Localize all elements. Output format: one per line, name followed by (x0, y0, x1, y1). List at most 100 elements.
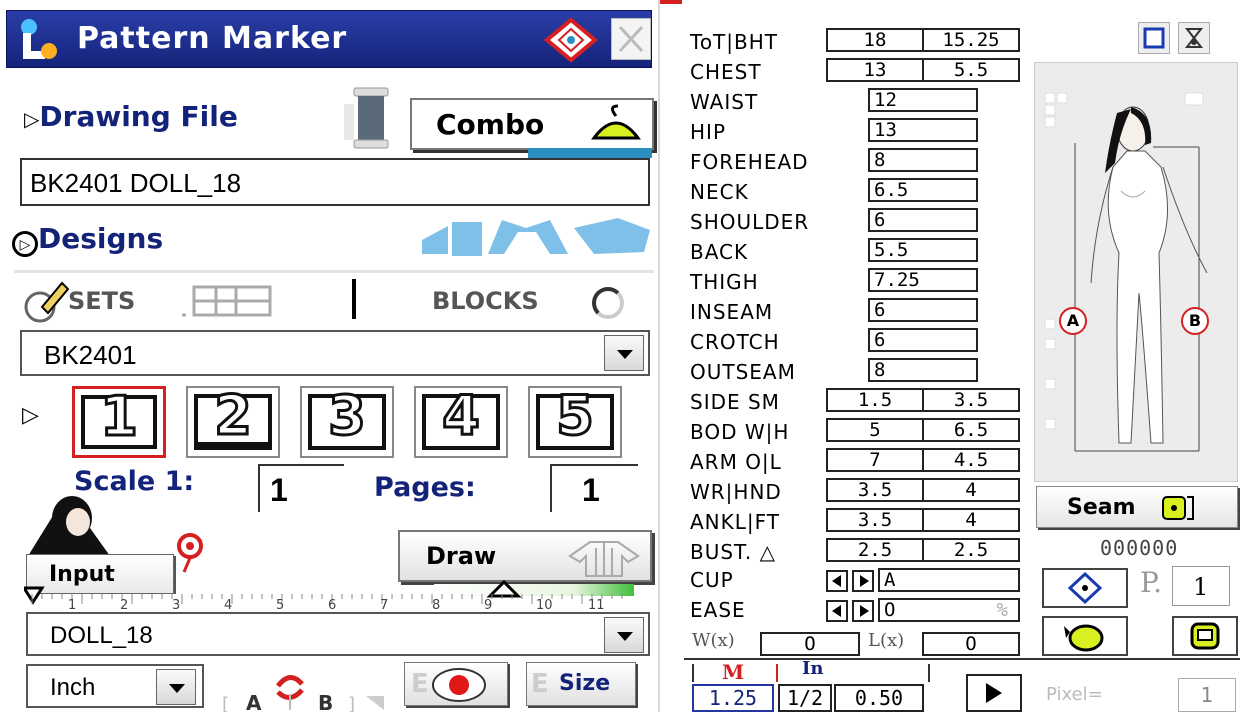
measurement-value-2[interactable]: 3.5 (922, 388, 1020, 412)
page-button-3[interactable]: 3 (300, 386, 394, 458)
measurement-value-1[interactable]: 5 (826, 418, 924, 442)
right-panel: ToT|BHT 18 15.25 CHEST 13 5.5 WAIST 12 HIP 13 FORE… (682, 0, 1240, 712)
cup-label: CUP (690, 568, 734, 592)
chevron-down-icon[interactable] (156, 669, 196, 705)
record-button[interactable]: E (404, 662, 508, 706)
close-button[interactable] (611, 18, 651, 60)
pencil-icon[interactable] (22, 277, 72, 323)
combo-button[interactable]: Combo (410, 98, 654, 150)
undo-button[interactable] (1042, 616, 1128, 656)
blocks-radio-label[interactable]: BLOCKS (432, 287, 539, 315)
pages-label: Pages: (374, 472, 476, 503)
page-button-4[interactable]: 4 (414, 386, 508, 458)
cup-prev-button[interactable] (826, 570, 848, 592)
target-diamond-icon[interactable] (543, 17, 599, 63)
navigate-button[interactable] (1042, 568, 1128, 608)
design-select-value: BK2401 (44, 340, 137, 370)
measurement-value-2[interactable]: 4.5 (922, 448, 1020, 472)
measurement-value-1[interactable]: 6 (868, 208, 978, 232)
drawing-file-header: ▷Drawing File (24, 100, 238, 133)
measurement-label: SHOULDER (690, 210, 810, 234)
figure-panel[interactable]: A B (1034, 62, 1238, 482)
measurement-value-1[interactable]: 3.5 (826, 508, 924, 532)
measurement-value-1[interactable]: 5.5 (868, 238, 978, 262)
fraction-value[interactable]: 1/2 (778, 684, 832, 712)
unit-select[interactable]: Inch (26, 664, 204, 708)
measurement-value-1[interactable]: 6 (868, 298, 978, 322)
hourglass-button[interactable] (1178, 22, 1210, 54)
measurement-value-1[interactable]: 18 (826, 28, 924, 52)
decimal-value[interactable]: 0.50 (834, 684, 924, 712)
l-input[interactable]: O (922, 632, 1020, 656)
measurement-value-2[interactable]: 2.5 (922, 538, 1020, 562)
expand-triangle-icon: ▷ (24, 109, 40, 131)
ease-unit: % (996, 599, 1008, 621)
measurement-value-1[interactable]: 13 (868, 118, 978, 142)
ruler-tick-label: 10 (536, 598, 553, 610)
ease-label: EASE (690, 598, 746, 622)
measurement-value-1[interactable]: 2.5 (826, 538, 924, 562)
left-panel: Pattern Marker ▷Drawing File Combo BK240… (0, 0, 660, 712)
measurement-value-2[interactable]: 15.25 (922, 28, 1020, 52)
measurement-label: WAIST (690, 90, 759, 114)
size-button[interactable]: E Size (526, 662, 636, 706)
combo-label: Combo (436, 108, 545, 141)
pattern-select[interactable]: DOLL_18 (26, 612, 650, 656)
hourglass-icon (1184, 28, 1204, 48)
metric-value[interactable]: 1.25 (692, 684, 774, 712)
measurement-value-1[interactable]: 3.5 (826, 478, 924, 502)
page-button-1[interactable]: 1 (72, 386, 166, 458)
ease-prev-button[interactable] (826, 600, 848, 622)
cup-value[interactable]: A (878, 568, 1020, 592)
measurement-value-1[interactable]: 6.5 (868, 178, 978, 202)
measurement-ruler[interactable]: 1 2 3 4 5 6 7 8 9 10 11 (24, 580, 634, 610)
measurement-value-1[interactable]: 1.5 (826, 388, 924, 412)
ruler-tick-label: 6 (328, 598, 336, 610)
page-button-2[interactable]: 2 (186, 386, 280, 458)
measurement-value-1[interactable]: 13 (826, 58, 924, 82)
swap-b-label: B (318, 691, 333, 712)
measurement-value-2[interactable]: 6.5 (922, 418, 1020, 442)
scale-label: Scale 1: (74, 466, 195, 497)
size-prefix: E (531, 669, 549, 699)
drawing-file-label: Drawing File (39, 100, 238, 133)
pages-input[interactable]: 1 (550, 464, 638, 512)
measurement-label: THIGH (690, 270, 759, 294)
draw-button[interactable]: Draw (398, 530, 652, 582)
ease-next-button[interactable] (852, 600, 874, 622)
blocks-radio[interactable] (592, 287, 624, 319)
design-select[interactable]: BK2401 (20, 330, 650, 376)
measurement-value-1[interactable]: 7.25 (868, 268, 978, 292)
page-input[interactable]: 1 (1172, 566, 1230, 606)
sets-radio-label[interactable]: SETS (68, 287, 135, 315)
garment-designs-icon[interactable] (418, 214, 654, 258)
drawing-file-input[interactable]: BK2401 DOLL_18 (20, 158, 650, 206)
window-mode-button[interactable] (1138, 22, 1170, 54)
marker-b[interactable]: B (1181, 307, 1209, 335)
marker-a[interactable]: A (1059, 307, 1087, 335)
designs-expand-icon[interactable]: ▷ (12, 230, 38, 257)
measurement-value-1[interactable]: 6 (868, 328, 978, 352)
swap-ab-button[interactable]: [ A B ] (218, 666, 398, 712)
measurement-value-1[interactable]: 8 (868, 148, 978, 172)
page-button-5[interactable]: 5 (528, 386, 622, 458)
title-bar: Pattern Marker (6, 10, 652, 68)
measurement-value-2[interactable]: 4 (922, 478, 1020, 502)
measurement-value-2[interactable]: 4 (922, 508, 1020, 532)
w-input[interactable]: O (760, 632, 860, 656)
measurement-value-1[interactable]: 8 (868, 358, 978, 382)
chevron-down-icon[interactable] (604, 335, 644, 371)
pixel-input[interactable]: 1 (1178, 678, 1236, 712)
measurement-value-1[interactable]: 12 (868, 88, 978, 112)
measurement-value-1[interactable]: 7 (826, 448, 924, 472)
chevron-down-icon[interactable] (604, 617, 644, 653)
ease-input[interactable]: O % (878, 598, 1020, 622)
measurement-value-2[interactable]: 5.5 (922, 58, 1020, 82)
tape-measure-button[interactable] (1172, 616, 1238, 656)
scale-input[interactable]: 1 (258, 464, 344, 512)
play-button[interactable] (966, 674, 1022, 712)
page-button-label: 3 (327, 384, 368, 447)
seam-button[interactable]: Seam (1036, 486, 1238, 528)
cup-next-button[interactable] (852, 570, 874, 592)
diamond-nav-icon (1067, 571, 1103, 605)
